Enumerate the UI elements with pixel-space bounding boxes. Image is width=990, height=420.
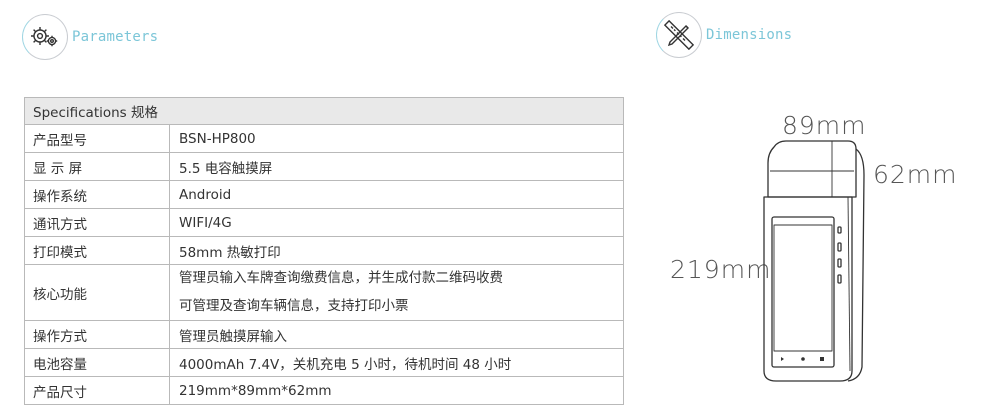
ruler-pencil-icon: [656, 12, 702, 58]
spec-value: WIFI/4G: [169, 208, 624, 237]
dimension-depth-label: 62mm: [873, 160, 958, 189]
table-row: 产品型号 BSN-HP800: [24, 124, 624, 153]
spec-key: 产品尺寸: [24, 376, 170, 405]
table-row: 通讯方式 WIFI/4G: [24, 208, 624, 237]
spec-key: 产品型号: [24, 124, 170, 153]
table-row: 显 示 屏 5.5 电容触摸屏: [24, 152, 624, 181]
table-row: 产品尺寸 219mm*89mm*62mm: [24, 376, 624, 405]
spec-key: 通讯方式: [24, 208, 170, 237]
table-row: 操作方式 管理员触摸屏输入: [24, 320, 624, 349]
spec-value-line: 可管理及查询车辆信息，支持打印小票: [179, 297, 409, 314]
spec-value: BSN-HP800: [169, 124, 624, 153]
spec-key: 操作系统: [24, 180, 170, 209]
spec-key: 打印模式: [24, 236, 170, 265]
parameters-heading: Parameters: [22, 14, 158, 60]
spec-value: 219mm*89mm*62mm: [169, 376, 624, 405]
table-row: 电池容量 4000mAh 7.4V，关机充电 5 小时，待机时间 48 小时: [24, 348, 624, 377]
spec-value: 管理员触摸屏输入: [169, 320, 624, 349]
table-header-row: Specifications 规格: [24, 97, 624, 125]
specifications-table: Specifications 规格 产品型号 BSN-HP800 显 示 屏 5…: [24, 97, 624, 405]
spec-key: 电池容量: [24, 348, 170, 377]
handheld-terminal-drawing: [763, 140, 865, 382]
parameters-title: Parameters: [72, 29, 159, 45]
table-row: 操作系统 Android: [24, 180, 624, 209]
spec-value: Android: [169, 180, 624, 209]
spec-key: 显 示 屏: [24, 152, 170, 181]
spec-value: 4000mAh 7.4V，关机充电 5 小时，待机时间 48 小时: [169, 348, 624, 377]
spec-value-multiline: 管理员输入车牌查询缴费信息，并生成付款二维码收费 可管理及查询车辆信息，支持打印…: [169, 264, 624, 321]
dimensions-title: Dimensions: [706, 27, 793, 43]
spec-value: 58mm 热敏打印: [169, 236, 624, 265]
gears-icon: [22, 14, 68, 60]
dimensions-heading: Dimensions: [656, 12, 792, 58]
spec-key: 操作方式: [24, 320, 170, 349]
table-header: Specifications 规格: [24, 97, 624, 125]
table-row: 打印模式 58mm 热敏打印: [24, 236, 624, 265]
spec-value: 5.5 电容触摸屏: [169, 152, 624, 181]
table-row: 核心功能 管理员输入车牌查询缴费信息，并生成付款二维码收费 可管理及查询车辆信息…: [24, 264, 624, 321]
spec-value-line: 管理员输入车牌查询缴费信息，并生成付款二维码收费: [179, 270, 503, 286]
spec-key: 核心功能: [24, 264, 170, 321]
